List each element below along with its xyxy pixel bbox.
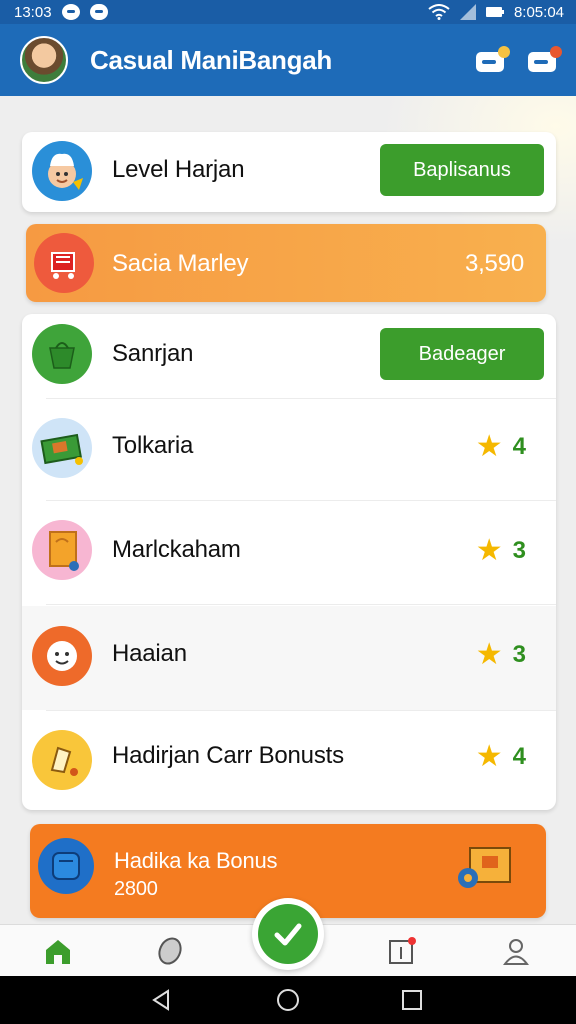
bag-icon	[32, 324, 92, 384]
chest-icon	[32, 418, 92, 478]
list-item-label: Haaian	[112, 640, 187, 667]
promo-label: Sacia Marley	[112, 250, 249, 277]
back-icon[interactable]	[150, 988, 174, 1012]
face-icon	[32, 626, 92, 686]
list-divider	[46, 604, 556, 605]
notification-icon	[61, 4, 80, 20]
star-icon: ★	[475, 430, 503, 463]
rating-value: 4	[512, 433, 526, 460]
avatar[interactable]	[20, 36, 68, 84]
app-bar: Casual ManiBangah	[0, 24, 576, 96]
gift-box-icon	[456, 838, 516, 900]
section-label: Sanrjan	[112, 340, 194, 367]
list-divider	[46, 398, 556, 399]
promo-value: 3,590	[464, 250, 524, 277]
list-item-rating: ★ 3	[476, 640, 526, 670]
cart-icon	[34, 233, 94, 293]
list-card: Sanrjan Badeager Tolkaria ★ 4 Marlckaham	[22, 314, 556, 810]
star-icon: ★	[475, 740, 503, 773]
list-item[interactable]: Hadirjan Carr Bonusts ★ 4	[22, 712, 556, 808]
list-item[interactable]: Haaian ★ 3	[22, 606, 556, 710]
list-item-rating: ★ 4	[476, 742, 526, 772]
star-icon: ★	[475, 534, 503, 567]
chef-icon	[32, 141, 92, 201]
level-card: Level Harjan Baplisanus	[22, 132, 556, 212]
status-time-left: 13:03	[14, 3, 52, 21]
list-divider	[46, 710, 556, 711]
profile-icon[interactable]	[498, 933, 534, 969]
book-icon	[32, 520, 92, 580]
list-item-rating: ★ 3	[476, 536, 526, 566]
star-icon: ★	[475, 638, 503, 671]
confirm-fab[interactable]	[252, 898, 324, 970]
level-label: Level Harjan	[112, 156, 245, 183]
mail-icon[interactable]	[528, 46, 562, 74]
recents-icon[interactable]	[400, 988, 424, 1012]
mouse-icon[interactable]	[152, 933, 188, 969]
section-action-button[interactable]: Badeager	[380, 328, 544, 380]
bonus-icon	[32, 730, 92, 790]
wifi-icon	[428, 4, 450, 20]
home-circle-icon[interactable]	[276, 988, 300, 1012]
status-bar: 13:03 8:05:04	[0, 0, 576, 24]
list-item[interactable]: Marlckaham ★ 3	[22, 502, 556, 604]
home-icon[interactable]	[40, 933, 76, 969]
rating-value: 3	[512, 641, 526, 668]
list-item-label: Hadirjan Carr Bonusts	[112, 742, 344, 769]
status-time-right: 8:05:04	[513, 3, 564, 21]
battery-icon	[485, 7, 504, 17]
promo-card[interactable]: Sacia Marley 3,590	[26, 224, 546, 302]
signal-icon	[459, 4, 476, 20]
rating-value: 3	[512, 537, 526, 564]
backpack-icon	[38, 838, 94, 894]
rating-value: 4	[512, 743, 526, 770]
bonus-amount: 2800	[114, 878, 158, 900]
list-item-label: Marlckaham	[112, 536, 241, 563]
app-title: Casual ManiBangah	[90, 44, 332, 75]
system-nav-bar	[0, 976, 576, 1024]
list-item[interactable]: Tolkaria ★ 4	[22, 400, 556, 500]
list-item-rating: ★ 4	[476, 432, 526, 462]
check-icon	[274, 923, 302, 946]
wallet-icon[interactable]	[476, 46, 510, 74]
notification-icon-2	[89, 4, 108, 20]
calendar-icon[interactable]	[384, 933, 420, 969]
list-item-label: Tolkaria	[112, 432, 194, 459]
bonus-title: Hadika ka Bonus	[114, 848, 278, 873]
level-action-button[interactable]: Baplisanus	[380, 144, 544, 196]
list-divider	[46, 500, 556, 501]
